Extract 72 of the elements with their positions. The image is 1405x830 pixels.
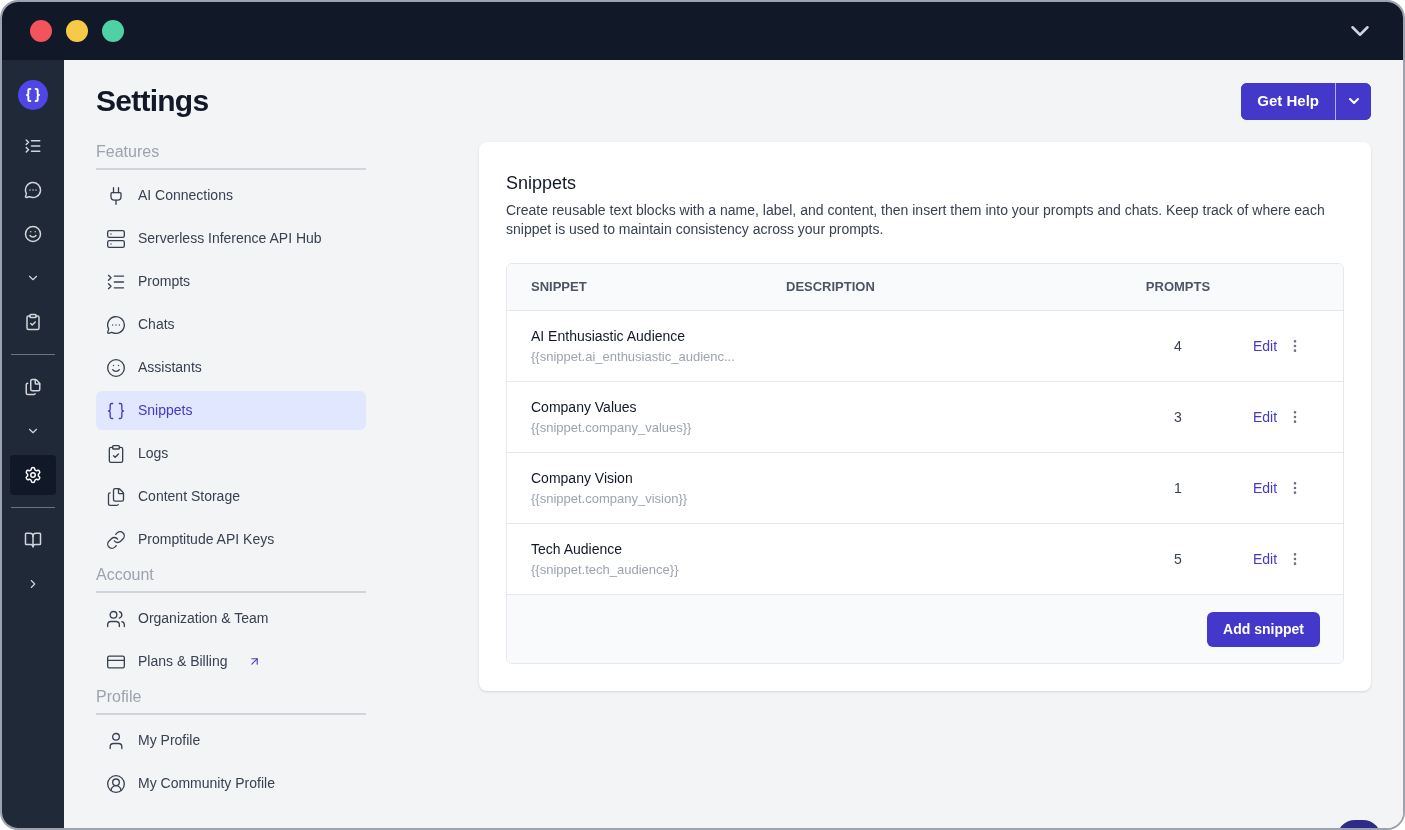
snippet-name: Company Vision	[531, 468, 634, 488]
prompt-count: 5	[1173, 549, 1183, 569]
chat-icon	[106, 314, 126, 335]
nav-label: My Community Profile	[138, 774, 275, 793]
link-icon	[106, 529, 126, 550]
nav-item[interactable]: Assistants	[96, 348, 366, 387]
snippet-name: AI Enthusiastic Audience	[531, 326, 687, 346]
prompt-count: 3	[1173, 407, 1183, 427]
edit-link[interactable]: Edit	[1253, 548, 1278, 570]
snippet-key: {{snippet.tech_audience}}	[531, 559, 786, 580]
snippet-name: Company Values	[531, 397, 638, 417]
page-title: Settings	[96, 82, 209, 119]
card-title: Snippets	[506, 172, 578, 195]
nav-label: My Profile	[138, 731, 201, 750]
smiley-icon	[106, 357, 126, 378]
nav-label: Chats	[138, 315, 175, 334]
server-icon	[106, 228, 126, 249]
prompt-count: 4	[1173, 336, 1183, 356]
nav-item[interactable]: Logs	[96, 434, 366, 473]
section-heading: Account	[96, 563, 366, 593]
column-header: SNIPPET	[530, 278, 588, 297]
edit-link[interactable]: Edit	[1253, 335, 1278, 357]
nav-item[interactable]: Prompts	[96, 262, 366, 301]
smiley-icon	[24, 225, 42, 243]
logo-icon[interactable]	[18, 80, 48, 110]
settings-icon	[24, 466, 42, 484]
nav-item[interactable]: Content Storage	[96, 477, 366, 516]
nav-item[interactable]: My Community Profile	[96, 764, 366, 803]
nav-label: Plans & Billing	[138, 652, 228, 671]
prompt-count: 1	[1173, 478, 1183, 498]
clipboard-check-icon	[106, 443, 126, 464]
nav-item[interactable]: Organization & Team	[96, 599, 366, 638]
column-header: PROMPTS	[1144, 278, 1212, 297]
nav-label: Promptitude API Keys	[138, 530, 275, 549]
snippet-key: {{snippet.company_vision}}	[531, 488, 786, 509]
edit-link[interactable]: Edit	[1253, 406, 1278, 428]
dropdown-button[interactable]	[1335, 82, 1371, 120]
braces-icon	[106, 400, 126, 421]
nav-item[interactable]: Chats	[96, 305, 366, 344]
nav-label: Prompts	[138, 272, 191, 291]
settings-button[interactable]	[10, 455, 56, 495]
column-header: DESCRIPTION	[786, 278, 876, 297]
files-icon	[24, 378, 42, 396]
braces-icon	[25, 87, 41, 103]
nav-label: Snippets	[138, 401, 193, 420]
nav-label: AI Connections	[138, 186, 233, 205]
nav-item[interactable]: Plans & Billing	[96, 642, 366, 681]
chat-icon	[24, 181, 42, 199]
clipboard-check-icon	[24, 313, 42, 331]
card-description: Create reusable text blocks with a name, label, and content, then insert them into your prompts and chats. Keep track of where each snippet is used to maintain consistency across your prompts.	[506, 201, 1326, 239]
nav-label: Logs	[138, 444, 169, 463]
section-heading: Features	[96, 140, 366, 170]
snippet-name: Tech Audience	[531, 539, 624, 559]
nav-label: Organization & Team	[138, 609, 269, 628]
user-circle-icon	[106, 773, 126, 794]
snippet-key: {{snippet.company_values}}	[531, 417, 786, 438]
section-heading: Profile	[96, 685, 366, 715]
nav-item[interactable]: AI Connections	[96, 176, 366, 215]
book-icon	[24, 531, 42, 549]
nav-label: Serverless Inference API Hub	[138, 229, 322, 248]
nav-item[interactable]: Serverless Inference API Hub	[96, 219, 366, 258]
snippet-key: {{snippet.ai_enthusiastic_audienc...	[531, 346, 786, 367]
list-icon	[24, 137, 42, 155]
files-icon	[106, 486, 126, 507]
nav-item[interactable]: Promptitude API Keys	[96, 520, 366, 559]
nav-item[interactable]: My Profile	[96, 721, 366, 760]
nav-label: Content Storage	[138, 487, 240, 506]
users-icon	[106, 608, 126, 629]
edit-link[interactable]: Edit	[1253, 477, 1278, 499]
nav-item[interactable]: Snippets	[96, 391, 366, 430]
nav-label: Assistants	[138, 358, 202, 377]
add-snippet-button[interactable]: Add snippet	[1207, 611, 1320, 647]
